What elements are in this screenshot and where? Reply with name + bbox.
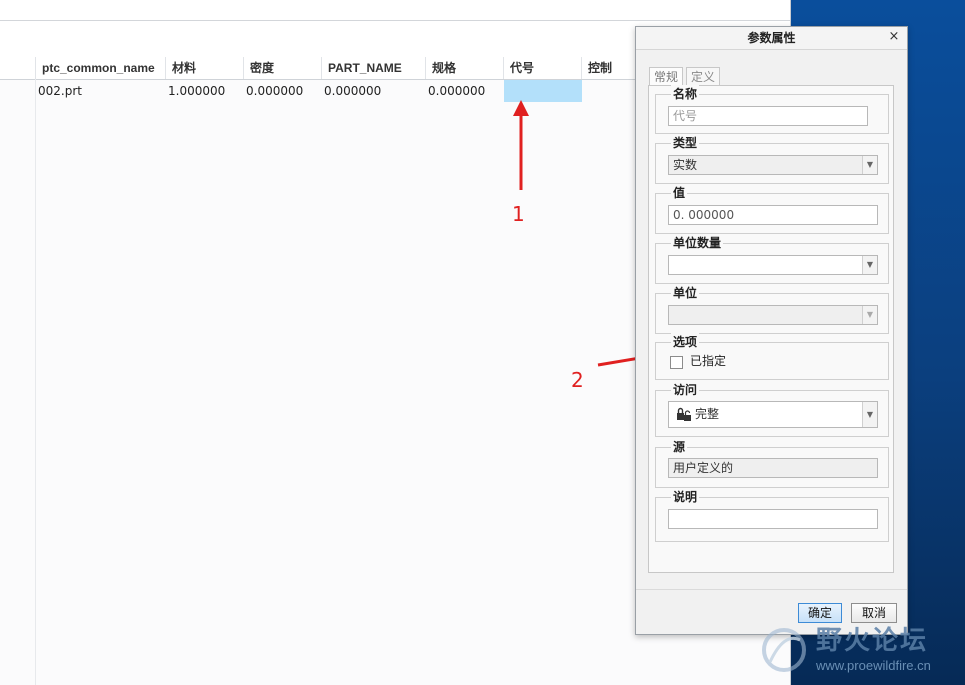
group-access: 访问 完整 ▼ [655, 381, 889, 437]
annotation-label-2: 2 [571, 368, 584, 392]
description-input[interactable] [668, 509, 878, 529]
chevron-down-icon[interactable]: ▼ [862, 256, 877, 274]
watermark-url: www.proewildfire.cn [816, 658, 931, 673]
lock-icon [677, 407, 691, 421]
parameter-properties-dialog: 参数属性 × 常规 定义 名称 代号 类型 实数 ▼ 值 0. 000000 单… [635, 26, 908, 635]
col-header-part-name[interactable]: PART_NAME [321, 57, 425, 79]
col-header-code[interactable]: 代号 [503, 57, 581, 79]
col-header-ptc-common-name[interactable]: ptc_common_name [35, 57, 165, 79]
group-source-title: 源 [671, 438, 688, 455]
annotation-label-1: 1 [512, 202, 525, 226]
name-input[interactable]: 代号 [668, 106, 868, 126]
col-header-material[interactable]: 材料 [165, 57, 243, 79]
tab-general[interactable]: 常规 [649, 67, 683, 85]
group-unit-quantity-title: 单位数量 [671, 234, 724, 251]
group-name: 名称 代号 [655, 85, 889, 134]
group-value: 值 0. 000000 [655, 184, 889, 234]
specified-checkbox[interactable] [670, 356, 683, 369]
row-header-divider [35, 79, 36, 685]
col-header-density[interactable]: 密度 [243, 57, 321, 79]
top-toolbar-strip [0, 0, 790, 21]
unit-quantity-select[interactable]: ▼ [668, 255, 878, 275]
group-unit-quantity: 单位数量 ▼ [655, 234, 889, 284]
cell-control[interactable] [582, 80, 635, 102]
chevron-down-icon[interactable]: ▼ [862, 156, 877, 174]
value-input[interactable]: 0. 000000 [668, 205, 878, 225]
group-description: 说明 [655, 488, 889, 542]
chevron-down-icon[interactable]: ▼ [862, 306, 877, 324]
group-options: 选项 已指定 [655, 333, 889, 380]
cell-ptc-common-name[interactable]: 002.prt [35, 80, 165, 102]
dialog-separator [636, 589, 907, 590]
unit-select[interactable]: ▼ [668, 305, 878, 325]
group-type: 类型 实数 ▼ [655, 134, 889, 184]
watermark-title: 野火论坛 [816, 626, 929, 656]
cell-density[interactable]: 0.000000 [243, 80, 321, 102]
group-source: 源 用户定义的 [655, 438, 889, 488]
access-select[interactable]: 完整 ▼ [668, 401, 878, 428]
cell-part-name[interactable]: 0.000000 [321, 80, 425, 102]
group-name-title: 名称 [671, 85, 700, 102]
group-unit: 单位 ▼ [655, 284, 889, 334]
cell-spec[interactable]: 0.000000 [425, 80, 503, 102]
tab-definition[interactable]: 定义 [686, 67, 720, 85]
type-select-value: 实数 [673, 158, 698, 172]
specified-checkbox-label[interactable]: 已指定 [690, 352, 726, 369]
source-field: 用户定义的 [668, 458, 878, 478]
cell-material[interactable]: 1.000000 [165, 80, 243, 102]
dialog-title: 参数属性 [636, 27, 907, 50]
group-value-title: 值 [671, 184, 688, 201]
access-value: 完整 [695, 407, 720, 421]
watermark-logo-icon [762, 628, 806, 672]
general-tab-panel: 名称 代号 类型 实数 ▼ 值 0. 000000 单位数量 ▼ 单位 ▼ 选项… [648, 85, 894, 573]
chevron-down-icon[interactable]: ▼ [862, 402, 877, 427]
group-type-title: 类型 [671, 134, 700, 151]
group-access-title: 访问 [671, 381, 700, 398]
group-options-title: 选项 [671, 333, 700, 350]
col-header-spec[interactable]: 规格 [425, 57, 503, 79]
group-unit-title: 单位 [671, 284, 700, 301]
type-select[interactable]: 实数 ▼ [668, 155, 878, 175]
close-icon[interactable]: × [887, 30, 901, 44]
forum-watermark: 野火论坛 www.proewildfire.cn [756, 620, 961, 682]
group-description-title: 说明 [671, 488, 700, 505]
col-header-control[interactable]: 控制 [581, 57, 635, 79]
cell-code-selected[interactable] [504, 80, 582, 102]
